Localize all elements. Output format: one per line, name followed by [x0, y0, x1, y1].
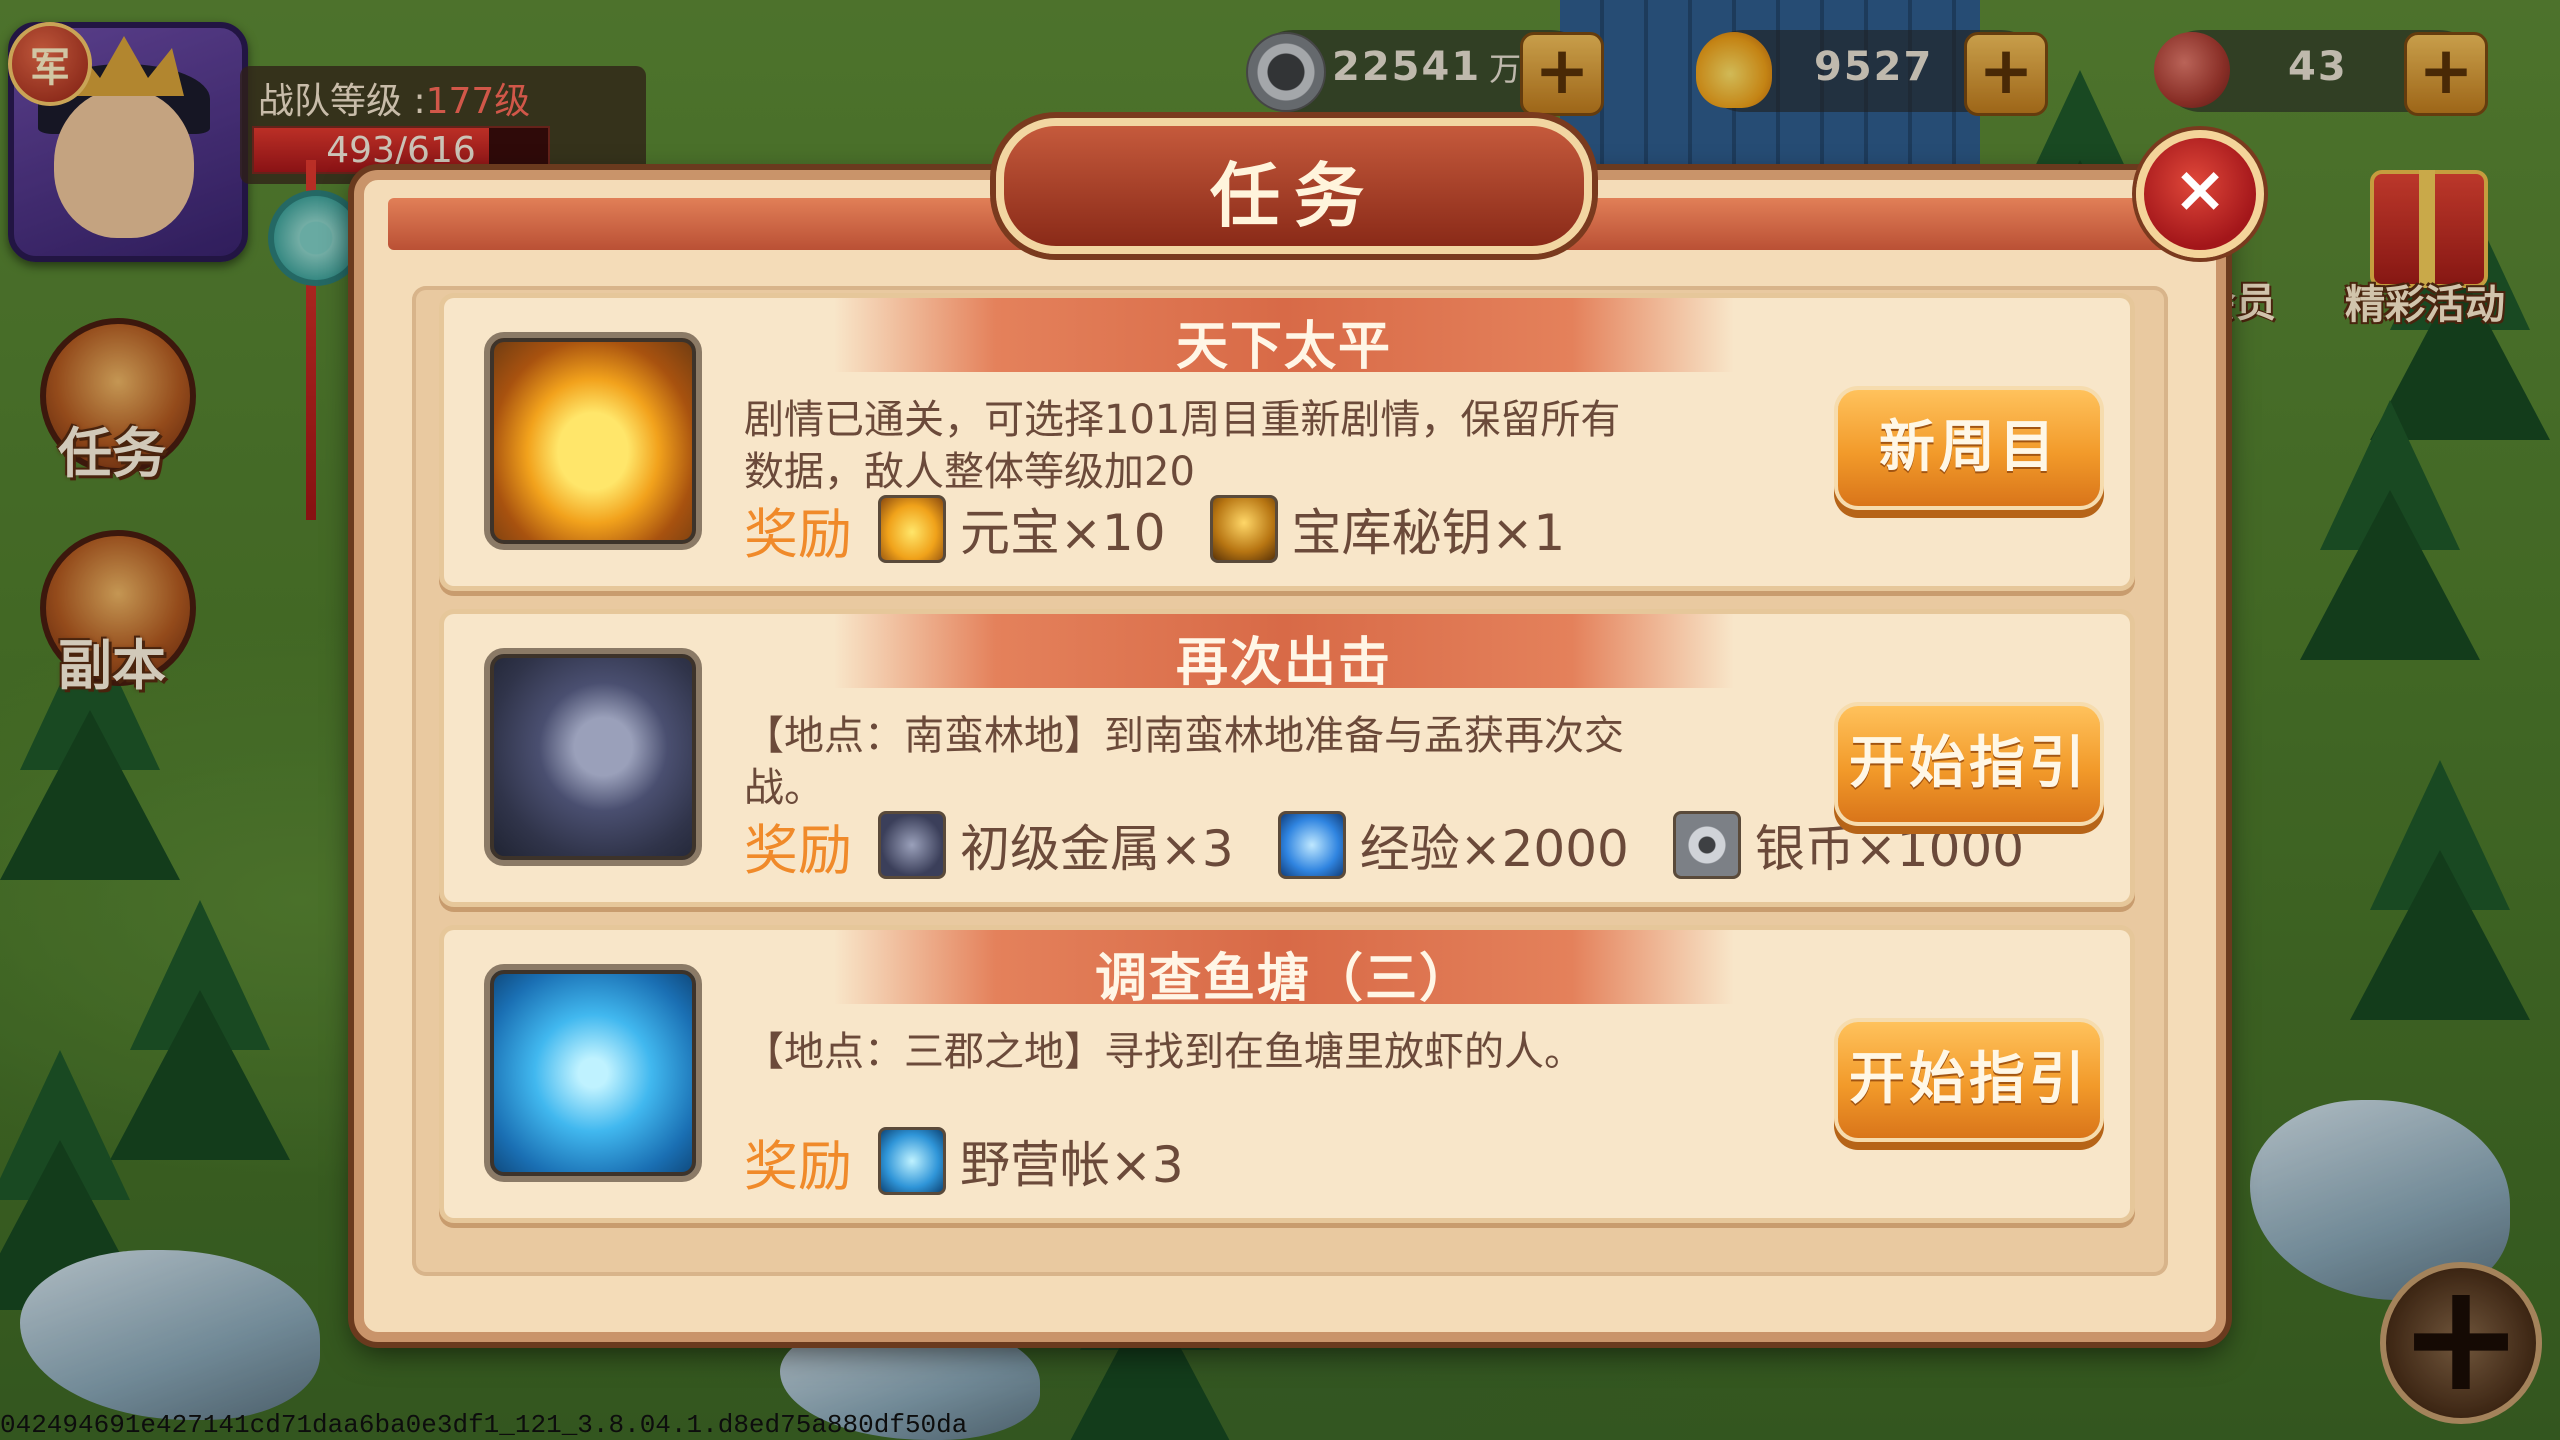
gold-ingot-icon	[878, 495, 946, 563]
reward-text: 经验×2000	[1359, 820, 1629, 878]
quest-description: 剧情已通关，可选择101周目重新剧情，保留所有数据，敌人整体等级加20	[744, 397, 1621, 495]
reward-text: 元宝×10	[960, 504, 1166, 562]
quest-title: 调查鱼塘（三）	[1094, 949, 1473, 1009]
reward-row: 奖励 野营帐×3	[744, 1125, 1228, 1198]
treasure-key-icon	[1209, 495, 1278, 563]
reward-text: 初级金属×3	[960, 820, 1234, 878]
reward-label: 奖励	[744, 502, 852, 566]
reward-item: 经验×2000	[1277, 809, 1629, 881]
quest-title-bar: 再次出击	[834, 614, 1734, 693]
close-button[interactable]: ×	[2136, 130, 2264, 258]
start-guide-button[interactable]: 开始指引	[1838, 706, 2100, 822]
dialog-title: 任务	[1210, 155, 1378, 237]
quest-description: 【地点：三郡之地】寻找到在鱼塘里放虾的人。	[744, 1029, 1584, 1075]
quest-title-bar: 调查鱼塘（三）	[834, 930, 1734, 1009]
reward-label: 奖励	[744, 818, 852, 882]
silver-coin-icon	[1672, 811, 1741, 879]
new-cycle-button[interactable]: 新周目	[1838, 390, 2100, 506]
reward-item: 元宝×10	[878, 493, 1166, 565]
camp-tent-icon	[878, 1127, 946, 1195]
start-guide-button[interactable]: 开始指引	[1838, 1022, 2100, 1138]
reward-row: 奖励 元宝×10 宝库秘钥×1	[744, 493, 1609, 566]
gold-ingot-icon	[484, 332, 702, 550]
quest-card: 天下太平 剧情已通关，可选择101周目重新剧情，保留所有数据，敌人整体等级加20…	[444, 298, 2130, 586]
reward-item: 野营帐×3	[878, 1125, 1184, 1197]
metal-ore-icon	[878, 811, 946, 879]
dialog-title-plaque: 任务	[996, 118, 1592, 254]
metal-ore-icon	[484, 648, 702, 866]
reward-item: 宝库秘钥×1	[1209, 493, 1566, 565]
quest-title: 天下太平	[1175, 317, 1392, 377]
reward-text: 野营帐×3	[960, 1136, 1184, 1194]
experience-crystal-icon	[1277, 811, 1346, 879]
camp-tent-icon	[484, 964, 702, 1182]
quest-dialog: 任务 × 天下太平 剧情已通关，可选择101周目重新剧情，保留所有数据，敌人整体…	[354, 118, 2264, 1342]
quest-description: 【地点：南蛮林地】到南蛮林地准备与孟获再次交战。	[744, 713, 1624, 811]
quest-card: 调查鱼塘（三） 【地点：三郡之地】寻找到在鱼塘里放虾的人。 奖励 野营帐×3 开…	[444, 930, 2130, 1218]
reward-item: 初级金属×3	[878, 809, 1234, 881]
quest-title-bar: 天下太平	[834, 298, 1734, 377]
quest-title: 再次出击	[1175, 633, 1392, 693]
reward-label: 奖励	[744, 1134, 852, 1198]
quest-card: 再次出击 【地点：南蛮林地】到南蛮林地准备与孟获再次交战。 奖励 初级金属×3 …	[444, 614, 2130, 902]
reward-text: 宝库秘钥×1	[1291, 504, 1566, 562]
